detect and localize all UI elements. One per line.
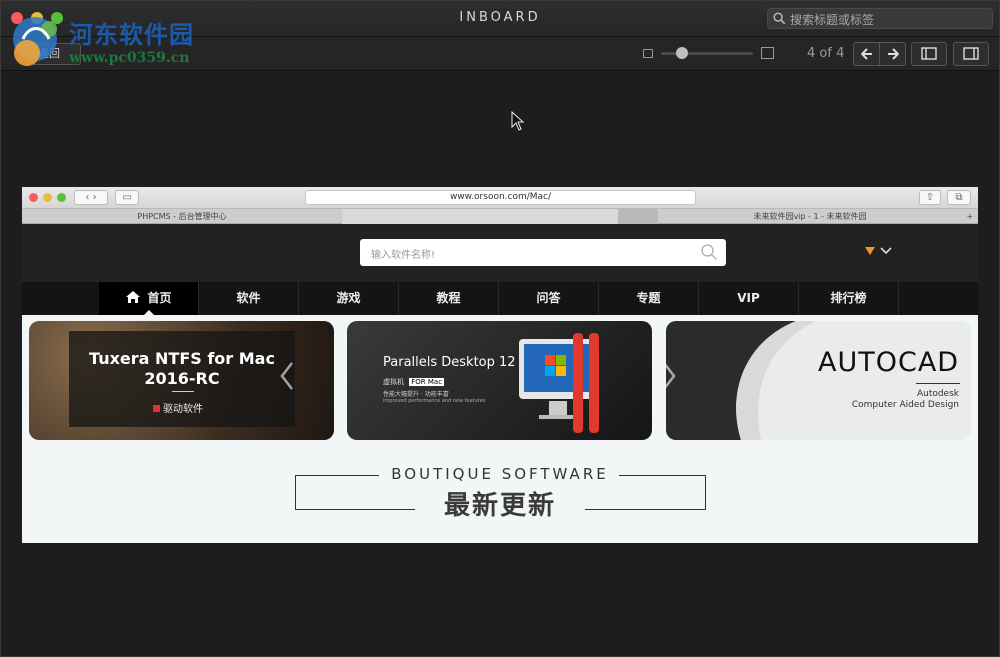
site-nav-ranking: 排行榜 xyxy=(799,282,899,315)
banner-title: 2016-RC xyxy=(144,369,220,388)
banner-brand: Autodesk xyxy=(916,389,959,399)
browser-tab: PHPCMS - 后台管理中心 xyxy=(137,212,227,221)
browser-new-tab-icon: + xyxy=(966,212,974,221)
right-sidebar-toggle-button[interactable] xyxy=(953,42,989,66)
site-nav-vip: VIP xyxy=(699,282,799,315)
browser-tabs: PHPCMS - 后台管理中心 未来软件园vip - 1 - 未来软件园 + xyxy=(22,209,978,224)
page-nav xyxy=(853,42,906,66)
browser-share-icon: ⇧ xyxy=(919,190,941,205)
watermark-logo-icon xyxy=(13,17,57,66)
banner-card-autocad: AUTOCAD Autodesk Computer Aided Design xyxy=(666,321,971,440)
arrow-left-icon xyxy=(860,48,872,60)
site-nav-label: 首页 xyxy=(147,291,172,305)
site-nav-home: 首页 xyxy=(99,282,199,316)
page-counter: 4 of 4 xyxy=(807,46,845,61)
zoom-slider[interactable] xyxy=(661,52,753,55)
banner-title: Parallels Desktop 12 xyxy=(383,355,516,370)
banner-tag: 驱动软件 xyxy=(153,400,203,415)
zoom-slider-handle[interactable] xyxy=(676,47,688,59)
carousel-prev-icon xyxy=(280,362,293,390)
search-icon xyxy=(773,12,786,25)
left-sidebar-toggle-button[interactable] xyxy=(911,42,947,66)
arrow-right-icon xyxy=(887,48,899,60)
autocad-swoosh-graphic xyxy=(666,321,816,440)
banner-subtitle-text: 虚拟机 xyxy=(383,378,404,386)
browser-tab: 未来软件园vip - 1 - 未来软件园 xyxy=(753,212,867,221)
browser-tabs-icon: ⧉ xyxy=(947,190,971,205)
tag-icon xyxy=(153,405,160,412)
previous-page-button[interactable] xyxy=(854,43,880,65)
parallels-monitor-icon xyxy=(519,333,599,433)
browser-toolbar: ‹ › ▭ www.orsoon.com/Mac/ ⇧ ⧉ xyxy=(22,187,978,209)
site-nav-qa: 问答 xyxy=(499,282,599,315)
watermark-url: www.pc0359.cn xyxy=(69,50,190,66)
site-nav: 首页 软件 游戏 教程 问答 专题 VIP 排行榜 xyxy=(22,282,978,316)
section-heading: BOUTIQUE SOFTWARE xyxy=(391,465,609,483)
section-title: 最新更新 xyxy=(443,491,556,521)
carousel-next-icon xyxy=(663,362,676,390)
browser-tab-blank xyxy=(342,209,618,224)
zoom-in-icon[interactable] xyxy=(761,47,774,59)
browser-close-dot xyxy=(29,193,38,202)
site-search-icon xyxy=(701,244,717,260)
site-nav-tutorials: 教程 xyxy=(399,282,499,315)
banner-divider xyxy=(916,383,960,384)
browser-tab-blank xyxy=(618,209,658,224)
browser-sidebar-icon: ▭ xyxy=(115,190,139,205)
banner-desc: 性能大幅提升 · 功能丰富 xyxy=(383,391,449,398)
banner-badge: FOR Mac xyxy=(409,378,445,386)
banner-subtitle: 虚拟机 FOR Mac xyxy=(383,377,445,387)
banner-divider xyxy=(172,391,194,392)
browser-back-forward: ‹ › xyxy=(74,190,108,205)
watermark-title: 河东软件园 xyxy=(69,20,194,49)
site-nav-software: 软件 xyxy=(199,282,299,315)
browser-url: www.orsoon.com/Mac/ xyxy=(305,190,696,205)
banner-desc-en: improved performance and new features xyxy=(383,398,486,404)
app-window: INBOARD 搜索标题或标签 返回 4 of 4 xyxy=(0,0,1000,657)
document-image: ‹ › ▭ www.orsoon.com/Mac/ ⇧ ⧉ PHPCMS - 后… xyxy=(22,187,978,543)
next-page-button[interactable] xyxy=(880,43,905,65)
banner-title: Tuxera NTFS for Mac xyxy=(89,349,275,368)
home-icon xyxy=(126,291,141,303)
site-search-box: 输入软件名称! xyxy=(360,239,726,266)
sidebar-left-icon xyxy=(921,47,937,60)
browser-zoom-dot xyxy=(57,193,66,202)
search-placeholder: 搜索标题或标签 xyxy=(790,13,875,27)
search-input[interactable]: 搜索标题或标签 xyxy=(767,8,993,29)
site-user-menu-icon xyxy=(865,247,892,255)
banner-tag-label: 驱动软件 xyxy=(163,404,203,415)
site-header: 输入软件名称! xyxy=(22,224,978,282)
watermark: 河东软件园 www.pc0359.cn xyxy=(5,9,215,69)
site-nav-topics: 专题 xyxy=(599,282,699,315)
browser-minimize-dot xyxy=(43,193,52,202)
site-nav-games: 游戏 xyxy=(299,282,399,315)
banner-card-parallels: Parallels Desktop 12 虚拟机 FOR Mac 性能大幅提升 … xyxy=(347,321,652,440)
mouse-cursor-icon xyxy=(511,111,525,131)
sidebar-right-icon xyxy=(963,47,979,60)
banner-subtitle: Computer Aided Design xyxy=(851,400,959,410)
site-search-placeholder: 输入软件名称! xyxy=(371,250,436,261)
zoom-out-icon[interactable] xyxy=(643,49,653,58)
banner-title: AUTOCAD xyxy=(818,347,960,378)
